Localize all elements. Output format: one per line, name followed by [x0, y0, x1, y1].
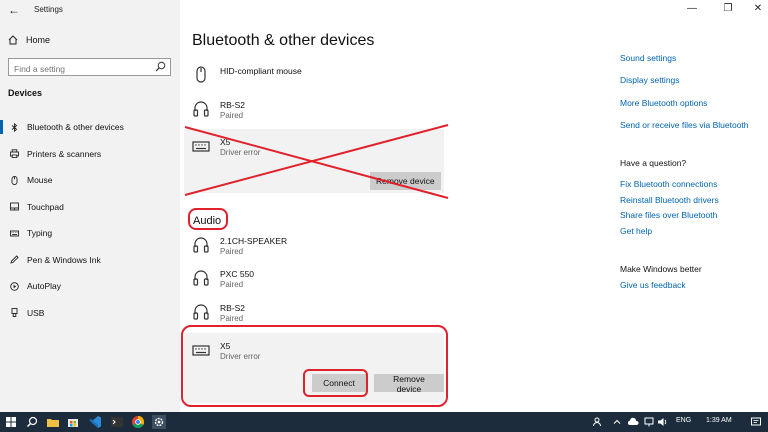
headset-icon: [193, 304, 209, 320]
volume-icon[interactable]: [656, 415, 670, 429]
autoplay-icon: [10, 282, 19, 291]
nav-home[interactable]: Home: [8, 35, 50, 45]
link-reinstall-drivers[interactable]: Reinstall Bluetooth drivers: [620, 195, 719, 205]
device-pxc-550[interactable]: PXC 550 Paired: [192, 269, 592, 290]
settings-window: Home Devices Bluetooth & other devices P…: [0, 0, 768, 412]
search-input[interactable]: [9, 61, 149, 77]
nav-home-label: Home: [26, 35, 51, 45]
pen-icon: [10, 255, 19, 264]
page-title: Bluetooth & other devices: [192, 32, 375, 49]
device-status: Driver error: [220, 148, 261, 157]
sidebar-item-label: USB: [27, 307, 45, 318]
language-indicator[interactable]: ENG: [676, 417, 691, 424]
sidebar-item-label: Bluetooth & other devices: [27, 122, 124, 133]
settings-gear-icon[interactable]: [152, 415, 166, 429]
sidebar-item-label: Mouse: [27, 175, 53, 186]
mouse-icon: [196, 66, 206, 83]
device-rb-s2[interactable]: RB-S2 Paired: [192, 100, 592, 121]
app-title: Settings: [34, 5, 63, 14]
link-share-files[interactable]: Share files over Bluetooth: [620, 210, 717, 220]
sidebar: Home Devices Bluetooth & other devices P…: [0, 0, 180, 412]
search-box: [8, 58, 171, 77]
device-rb-s2-audio[interactable]: RB-S2 Paired: [192, 303, 592, 324]
device-card-x5-other[interactable]: X5 Driver error Remove device: [184, 129, 444, 193]
device-name: X5: [220, 137, 231, 147]
mouse-icon: [11, 175, 18, 185]
device-status: Paired: [220, 247, 244, 256]
sidebar-item-pen[interactable]: Pen & Windows Ink: [0, 247, 180, 274]
taskbar: ENG 1:39 AM: [0, 412, 768, 432]
back-arrow-icon[interactable]: ←: [8, 3, 22, 17]
sidebar-item-printers[interactable]: Printers & scanners: [0, 141, 180, 168]
device-2-1ch-speaker[interactable]: 2.1CH-SPEAKER Paired: [192, 236, 592, 257]
device-status: Paired: [220, 314, 244, 323]
device-name: 2.1CH-SPEAKER: [220, 236, 288, 246]
bluetooth-icon: [11, 122, 18, 132]
sidebar-item-label: Touchpad: [27, 201, 64, 212]
remove-device-button[interactable]: Remove device: [370, 172, 441, 190]
keyboard-icon: [192, 141, 210, 152]
headset-icon: [193, 101, 209, 117]
sidebar-item-label: Typing: [27, 228, 53, 239]
annotation-connect-highlight: [303, 369, 368, 397]
sidebar-item-autoplay[interactable]: AutoPlay: [0, 273, 180, 300]
touchpad-icon: [10, 202, 19, 211]
sidebar-item-usb[interactable]: USB: [0, 300, 180, 327]
device-status: Paired: [220, 111, 244, 120]
annotation-audio-highlight: [188, 208, 228, 230]
link-get-help[interactable]: Get help: [620, 226, 652, 236]
chevron-up-icon[interactable]: [610, 415, 624, 429]
chrome-icon[interactable]: [131, 415, 145, 429]
headset-icon: [193, 237, 209, 253]
home-icon: [8, 35, 18, 45]
terminal-icon[interactable]: [110, 415, 124, 429]
sidebar-item-label: AutoPlay: [27, 281, 62, 292]
feedback-heading: Make Windows better: [620, 264, 702, 274]
people-icon[interactable]: [592, 415, 606, 429]
link-more-bluetooth[interactable]: More Bluetooth options: [620, 98, 707, 108]
usb-icon: [11, 308, 18, 318]
sidebar-item-label: Pen & Windows Ink: [27, 254, 101, 265]
question-heading: Have a question?: [620, 158, 687, 168]
sidebar-item-typing[interactable]: Typing: [0, 220, 180, 247]
device-x5-other: X5 Driver error: [192, 137, 592, 158]
notifications-icon[interactable]: [749, 415, 763, 429]
keyboard-icon: [10, 230, 19, 237]
link-display-settings[interactable]: Display settings: [620, 75, 680, 85]
section-label-devices: Devices: [8, 88, 43, 98]
related-panel: Sound settings Display settings More Blu…: [612, 0, 768, 412]
printer-icon: [10, 149, 19, 159]
sidebar-item-bluetooth[interactable]: Bluetooth & other devices: [0, 114, 180, 141]
link-sound-settings[interactable]: Sound settings: [620, 53, 676, 63]
onedrive-icon[interactable]: [626, 415, 640, 429]
search-icon[interactable]: [155, 61, 166, 72]
sidebar-item-label: Printers & scanners: [27, 148, 102, 159]
windows-start-icon[interactable]: [4, 415, 18, 429]
nav-list: Bluetooth & other devices Printers & sca…: [0, 114, 180, 326]
device-name: PXC 550: [220, 269, 255, 279]
sidebar-item-touchpad[interactable]: Touchpad: [0, 194, 180, 221]
sidebar-item-mouse[interactable]: Mouse: [0, 167, 180, 194]
search-icon[interactable]: [25, 415, 39, 429]
headset-icon: [193, 270, 209, 286]
clock[interactable]: 1:39 AM: [706, 417, 732, 424]
link-send-files[interactable]: Send or receive files via Bluetooth: [620, 120, 749, 130]
network-icon[interactable]: [642, 415, 656, 429]
main-content: Bluetooth & other devices HID-compliant …: [180, 0, 600, 412]
device-hid-mouse[interactable]: HID-compliant mouse: [192, 66, 592, 84]
device-name: RB-S2: [220, 303, 246, 313]
store-icon[interactable]: [66, 415, 80, 429]
link-fix-bluetooth[interactable]: Fix Bluetooth connections: [620, 179, 717, 189]
file-explorer-icon[interactable]: [46, 415, 60, 429]
link-give-feedback[interactable]: Give us feedback: [620, 280, 686, 290]
device-name: RB-S2: [220, 100, 246, 110]
device-name: HID-compliant mouse: [220, 66, 302, 76]
vscode-icon[interactable]: [88, 415, 102, 429]
device-status: Paired: [220, 280, 244, 289]
